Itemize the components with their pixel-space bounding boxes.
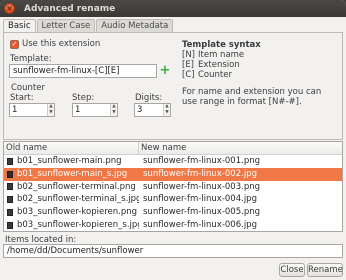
start-value[interactable]: 1 (10, 104, 47, 116)
location-field[interactable]: /home/dd/Documents/sunflower (3, 244, 343, 258)
digits-label: Digits: (135, 93, 163, 103)
new-name: sunflower-fm-linux-004.jpg (143, 194, 257, 205)
spin-down-icon[interactable]: ▼ (48, 110, 54, 116)
rename-preview-list[interactable]: Old name New name b01_sunflower-main.png… (3, 141, 343, 232)
new-name: sunflower-fm-linux-003.png (143, 181, 260, 192)
use-extension-row[interactable]: ✓ Use this extension (10, 39, 100, 49)
use-extension-label: Use this extension (22, 39, 101, 49)
syntax-desc: Item name (198, 50, 245, 60)
syntax-row: [C] Counter (182, 70, 244, 80)
advanced-rename-window: × Advanced rename Basic Letter Case Audi… (0, 0, 346, 280)
old-name-cell: b03_sunflower-kopieren_s.jpg (4, 219, 139, 231)
rename-button[interactable]: Rename (307, 263, 343, 277)
syntax-list: [N] Item name [E] Extension [C] Counter (182, 50, 244, 80)
new-name: sunflower-fm-linux-005.png (143, 207, 260, 218)
syntax-help-line: use range in format [N#-#]. (182, 97, 302, 107)
file-icon (7, 196, 13, 204)
column-new-name[interactable]: New name (139, 142, 342, 154)
old-name: b03_sunflower-kopieren.png (17, 207, 138, 218)
basic-tab-panel: ✓ Use this extension Template: sunflower… (3, 32, 343, 140)
old-name: b02_sunflower-terminal.png (17, 181, 136, 192)
close-icon[interactable]: × (4, 3, 15, 14)
start-spin-arrows[interactable]: ▲ ▼ (47, 104, 54, 116)
tab-letter-case[interactable]: Letter Case (36, 19, 96, 33)
old-name-cell: b02_sunflower-terminal_s.jpg (4, 193, 139, 206)
syntax-desc: Extension (198, 60, 240, 70)
new-name: sunflower-fm-linux-006.jpg (143, 219, 257, 230)
old-name: b03_sunflower-kopieren_s.jpg (17, 219, 139, 230)
digits-spinner[interactable]: 3 ▲ ▼ (134, 103, 171, 117)
new-name: sunflower-fm-linux-001.png (143, 156, 260, 166)
title-bar: × Advanced rename (0, 0, 346, 17)
table-row[interactable]: b02_sunflower-terminal_s.jpg sunflower-f… (4, 193, 342, 206)
old-name-cell: b03_sunflower-kopieren.png (4, 206, 139, 219)
table-row[interactable]: b03_sunflower-kopieren.png sunflower-fm-… (4, 206, 342, 219)
step-label: Step: (72, 93, 95, 103)
syntax-row: [N] Item name (182, 50, 244, 60)
file-icon (7, 170, 13, 178)
add-icon[interactable]: + (159, 64, 171, 77)
old-name-cell: b01_sunflower-main.png (4, 155, 139, 168)
start-spinner[interactable]: 1 ▲ ▼ (9, 103, 55, 117)
old-name: b01_sunflower-main.png (17, 156, 122, 166)
digits-value[interactable]: 3 (135, 104, 163, 116)
step-spin-arrows[interactable]: ▲ ▼ (110, 104, 117, 116)
old-name-cell: b02_sunflower-terminal.png (4, 181, 139, 194)
step-value[interactable]: 1 (73, 104, 110, 116)
window-title: Advanced rename (24, 3, 116, 14)
syntax-key: [N] (182, 50, 195, 60)
syntax-help-line: For name and extension you can (182, 87, 322, 97)
digits-spin-arrows[interactable]: ▲ ▼ (163, 104, 170, 116)
counter-title: Counter (11, 83, 45, 93)
table-row-selected[interactable]: b01_sunflower-main_s.jpg sunflower-fm-li… (4, 167, 342, 181)
table-row[interactable]: b03_sunflower-kopieren_s.jpg sunflower-f… (4, 219, 342, 231)
use-extension-checkbox[interactable]: ✓ (10, 39, 19, 49)
table-row[interactable]: b02_sunflower-terminal.png sunflower-fm-… (4, 181, 342, 194)
file-icon (7, 209, 13, 217)
syntax-help-text: For name and extension you can use range… (182, 87, 342, 107)
syntax-key: [C] (182, 70, 195, 80)
column-old-name[interactable]: Old name (4, 142, 139, 154)
list-header: Old name New name (4, 142, 342, 155)
step-spinner[interactable]: 1 ▲ ▼ (72, 103, 118, 117)
tab-audio-metadata[interactable]: Audio Metadata (96, 19, 174, 33)
old-name: b02_sunflower-terminal_s.jpg (17, 194, 139, 205)
template-input[interactable]: sunflower-fm-linux-[C][E] (9, 64, 157, 78)
table-row[interactable]: b01_sunflower-main.png sunflower-fm-linu… (4, 155, 342, 168)
file-icon (7, 221, 13, 229)
syntax-title: Template syntax (182, 40, 261, 50)
template-label: Template: (10, 54, 52, 64)
syntax-row: [E] Extension (182, 60, 244, 70)
spin-down-icon[interactable]: ▼ (164, 110, 170, 116)
syntax-key: [E] (182, 60, 195, 70)
new-name: sunflower-fm-linux-002.jpg (143, 168, 257, 179)
tab-bar: Basic Letter Case Audio Metadata (3, 19, 174, 34)
close-button[interactable]: Close (279, 263, 305, 277)
old-name-cell: b01_sunflower-main_s.jpg (4, 168, 139, 181)
old-name: b01_sunflower-main_s.jpg (17, 168, 128, 179)
file-icon (7, 157, 13, 165)
syntax-desc: Counter (198, 70, 232, 80)
file-icon (7, 183, 13, 191)
start-label: Start: (10, 93, 34, 103)
spin-down-icon[interactable]: ▼ (111, 110, 117, 116)
